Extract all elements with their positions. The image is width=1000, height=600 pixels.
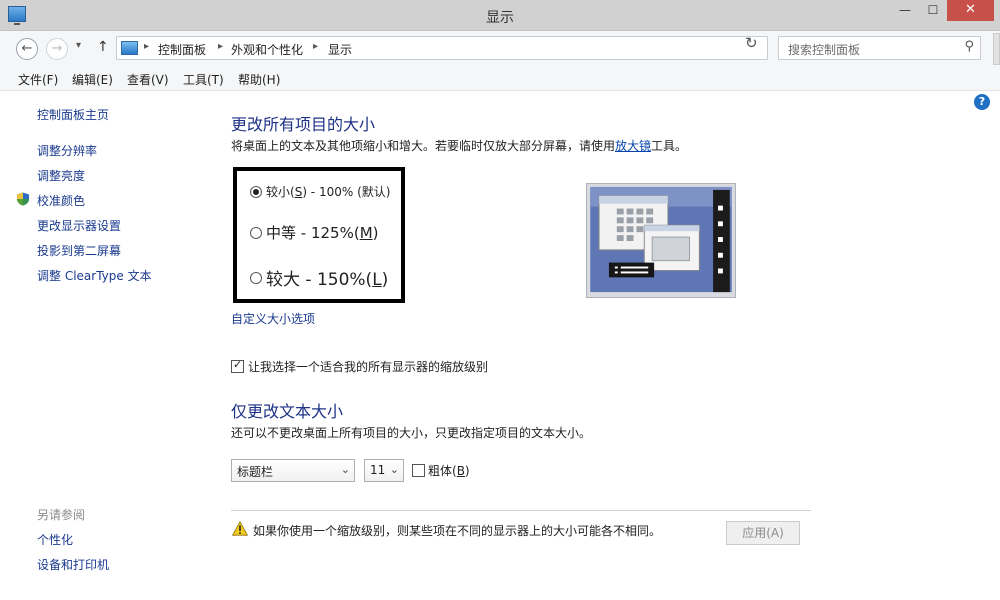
recent-locations-dropdown-icon[interactable]: ▾ [76, 40, 81, 51]
size-option-smaller[interactable]: 较小(S) - 100% (默认) [250, 183, 390, 200]
sidebar-item-display-settings[interactable]: 更改显示器设置 [37, 217, 121, 234]
chevron-down-icon: ⌄ [389, 463, 399, 476]
sidebar-item-brightness[interactable]: 调整亮度 [37, 167, 85, 184]
magnifier-link[interactable]: 放大镜 [615, 139, 651, 153]
breadcrumb-display[interactable]: 显示 [328, 41, 352, 58]
close-button[interactable]: ✕ [947, 0, 994, 21]
radio-smaller[interactable] [250, 185, 262, 198]
sidebar-item-calibrate-color[interactable]: 校准颜色 [37, 192, 85, 209]
help-icon[interactable]: ? [974, 94, 990, 110]
back-button[interactable]: ← [16, 38, 38, 60]
up-button[interactable]: ↑ [97, 39, 109, 55]
menu-help[interactable]: 帮助(H) [238, 71, 280, 88]
breadcrumb-separator-icon[interactable]: ▸ [218, 41, 223, 52]
see-also-devices-printers[interactable]: 设备和打印机 [37, 556, 109, 573]
window-title: 显示 [486, 10, 514, 26]
warning-text: 如果你使用一个缩放级别，则某些项在不同的显示器上的大小可能各不相同。 [253, 524, 662, 538]
chevron-down-icon: ⌄ [340, 463, 350, 476]
control-panel-icon [121, 41, 138, 55]
description-change-text-size: 还可以不更改桌面上所有项目的大小，只更改指定项目的文本大小。 [231, 426, 592, 440]
heading-change-text-size: 仅更改文本大小 [231, 402, 344, 421]
menu-view[interactable]: 查看(V) [127, 71, 169, 88]
breadcrumb-control-panel[interactable]: 控制面板 [158, 41, 206, 58]
item-type-select[interactable]: 标题栏 ⌄ [231, 459, 355, 482]
breadcrumb-separator-icon[interactable]: ▸ [144, 41, 149, 52]
radio-larger[interactable] [250, 271, 262, 284]
title-bar: 显示 — ☐ ✕ [0, 0, 1000, 31]
breadcrumb-separator-icon[interactable]: ▸ [313, 41, 318, 52]
description-change-all-sizes: 将桌面上的文本及其他项缩小和增大。若要临时仅放大部分屏幕，请使用放大镜工具。 [231, 137, 687, 154]
breadcrumb-appearance[interactable]: 外观和个性化 [231, 41, 303, 58]
maximize-button[interactable]: ☐ [920, 0, 946, 21]
display-size-preview [586, 183, 736, 298]
apply-button[interactable]: 应用(A) [726, 521, 800, 545]
font-size-select[interactable]: 11 ⌄ [364, 459, 404, 482]
sidebar-control-panel-home[interactable]: 控制面板主页 [37, 106, 109, 123]
scrollbar[interactable] [993, 33, 1000, 65]
bold-checkbox[interactable] [412, 464, 425, 477]
radio-medium[interactable] [250, 226, 262, 239]
see-also-heading: 另请参阅 [37, 508, 86, 522]
font-size-value: 11 [370, 463, 386, 477]
uac-shield-icon [17, 192, 29, 206]
see-also-personalization[interactable]: 个性化 [37, 531, 73, 548]
sidebar-item-resolution[interactable]: 调整分辨率 [37, 142, 97, 159]
menu-tools[interactable]: 工具(T) [183, 71, 224, 88]
custom-sizing-options-link[interactable]: 自定义大小选项 [231, 310, 315, 327]
item-type-value: 标题栏 [237, 465, 274, 479]
menu-bar: 文件(F) 编辑(E) 查看(V) 工具(T) 帮助(H) [0, 65, 1000, 91]
search-input[interactable]: 搜索控制面板 ⚲ [778, 36, 981, 60]
description-text-end: 工具。 [651, 139, 688, 153]
forward-button[interactable]: → [46, 38, 68, 60]
size-option-larger[interactable]: 较大 - 150%(L) [250, 265, 388, 290]
refresh-icon[interactable]: ↻ [745, 34, 758, 52]
divider [231, 510, 811, 511]
sidebar-item-project[interactable]: 投影到第二屏幕 [37, 242, 121, 259]
size-option-medium[interactable]: 中等 - 125%(M) [250, 222, 379, 243]
warning-icon [232, 521, 248, 536]
search-placeholder: 搜索控制面板 [788, 43, 861, 57]
menu-file[interactable]: 文件(F) [18, 71, 58, 88]
bold-label[interactable]: 粗体(B) [428, 462, 470, 479]
menu-edit[interactable]: 编辑(E) [72, 71, 113, 88]
heading-change-all-sizes: 更改所有项目的大小 [231, 115, 376, 134]
minimize-button[interactable]: — [892, 0, 918, 21]
description-text: 将桌面上的文本及其他项缩小和增大。若要临时仅放大部分屏幕，请使用 [231, 139, 616, 153]
navigation-bar: ← → ▾ ↑ ▸ 控制面板 ▸ 外观和个性化 ▸ 显示 ▾ ↻ 搜索控制面板 … [0, 31, 1000, 65]
scaling-level-label[interactable]: 让我选择一个适合我的所有显示器的缩放级别 [248, 358, 488, 375]
search-icon[interactable]: ⚲ [964, 39, 974, 54]
address-bar[interactable]: ▸ 控制面板 ▸ 外观和个性化 ▸ 显示 ▾ [116, 36, 840, 60]
size-options-group: 较小(S) - 100% (默认) 中等 - 125%(M) 较大 - 150%… [233, 167, 405, 303]
sidebar-item-cleartype[interactable]: 调整 ClearType 文本 [37, 267, 152, 284]
scaling-level-checkbox[interactable] [231, 358, 244, 373]
